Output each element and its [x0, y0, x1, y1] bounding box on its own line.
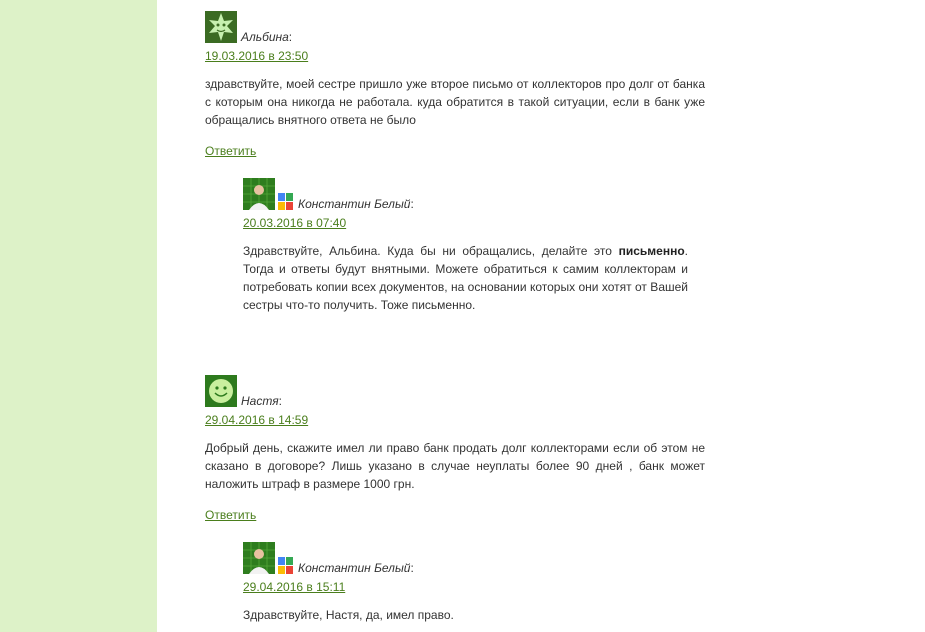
- google-plus-icon: [278, 557, 293, 574]
- comment-text: Добрый день, скажите имел ли право банк …: [205, 441, 705, 491]
- comment-1: Альбина: 19.03.2016 в 23:50 здравствуйте…: [205, 11, 705, 159]
- comment-2: Настя: 29.04.2016 в 14:59 Добрый день, с…: [205, 375, 705, 523]
- reply-comment-1: Константин Белый: 20.03.2016 в 07:40 Здр…: [243, 178, 688, 314]
- reply-author: Константин Белый:: [298, 197, 414, 211]
- reply-text: Здравствуйте, Альбина. Куда бы ни обраща…: [243, 244, 688, 312]
- comment-author: Альбина:: [241, 30, 293, 44]
- reply-author: Константин Белый:: [298, 561, 414, 575]
- reply-comment-2: Константин Белый: 29.04.2016 в 15:11 Здр…: [243, 542, 688, 624]
- reply-author-line: Константин Белый:: [243, 542, 688, 575]
- reply-author-line: Константин Белый:: [243, 178, 688, 211]
- comment-text: здравствуйте, моей сестре пришло уже вто…: [205, 77, 705, 127]
- comment-author: Настя:: [241, 394, 282, 408]
- reply-button[interactable]: Ответить: [205, 143, 705, 159]
- comment-author-line: Настя:: [205, 375, 705, 408]
- smiley-avatar-icon: [205, 375, 237, 407]
- reply-date-link[interactable]: 29.04.2016 в 15:11: [243, 579, 688, 595]
- comment-author-line: Альбина:: [205, 11, 705, 44]
- comment-date-link[interactable]: 29.04.2016 в 14:59: [205, 412, 705, 428]
- photo-avatar-icon: [243, 178, 275, 210]
- reply-date-link[interactable]: 20.03.2016 в 07:40: [243, 215, 688, 231]
- green-star-avatar-icon: [205, 11, 237, 43]
- google-plus-icon: [278, 193, 293, 210]
- left-sidebar-strip: [0, 0, 157, 632]
- photo-avatar-icon: [243, 542, 275, 574]
- reply-button[interactable]: Ответить: [205, 507, 705, 523]
- comment-date-link[interactable]: 19.03.2016 в 23:50: [205, 48, 705, 64]
- reply-text: Здравствуйте, Настя, да, имел право.: [243, 608, 454, 622]
